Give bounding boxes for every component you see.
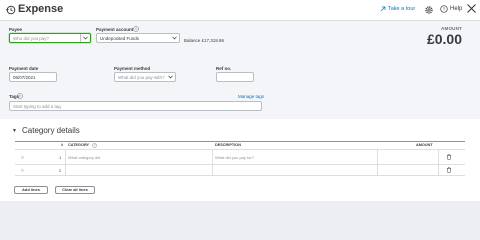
payment-account-label: Payment account [96, 27, 134, 32]
manage-tags-link[interactable]: Manage tags [238, 94, 264, 99]
column-header-description: DESCRIPTION [215, 143, 241, 147]
payment-account-dropdown-toggle[interactable] [169, 34, 179, 42]
clear-all-lines-button[interactable]: Clear all lines [55, 186, 95, 194]
payee-dropdown-toggle[interactable] [80, 34, 90, 42]
svg-text:?: ? [94, 144, 96, 148]
collapse-toggle-icon[interactable]: ▼ [12, 128, 17, 134]
gear-icon[interactable] [424, 5, 434, 15]
trash-icon[interactable] [446, 167, 452, 173]
column-divider [377, 150, 378, 164]
drag-handle-icon[interactable]: ⠿ [21, 168, 24, 173]
svg-text:?: ? [135, 27, 137, 31]
trash-icon[interactable] [446, 154, 452, 160]
help-button[interactable]: ? Help [440, 5, 462, 13]
payment-method-dropdown-toggle[interactable] [165, 73, 175, 81]
tags-input[interactable]: Start typing to add a tag [9, 101, 262, 111]
payment-method-label: Payment method [114, 66, 151, 71]
drag-handle-icon[interactable]: ⠿ [21, 155, 24, 160]
ref-no-label: Ref no. [216, 66, 232, 71]
column-divider [377, 165, 378, 175]
add-lines-button[interactable]: Add lines [14, 186, 48, 194]
payee-placeholder: Who did you pay? [13, 36, 50, 41]
column-header-category: CATEGORY [68, 143, 90, 147]
svg-text:?: ? [443, 7, 446, 12]
payment-method-select[interactable]: What did you pay with? [114, 72, 176, 82]
ref-no-input[interactable] [216, 72, 254, 82]
take-tour-label: Take a tour [388, 6, 416, 12]
column-divider [438, 150, 439, 164]
category-details-title: Category details [22, 126, 80, 135]
table-row[interactable]: ⠿ 1 What category did What did you pay f… [15, 150, 465, 165]
category-cell[interactable]: What category did [68, 150, 100, 161]
payment-account-value: Undeposited Funds [100, 36, 140, 41]
column-header-number: # [61, 143, 64, 147]
info-icon[interactable]: ? [133, 26, 139, 32]
close-icon[interactable] [466, 3, 477, 14]
info-icon[interactable]: ? [92, 143, 97, 148]
category-table: # CATEGORY ? DESCRIPTION AMOUNT ⠿ 1 What… [15, 141, 465, 176]
account-balance: Balance £17,319.86 [184, 38, 225, 43]
payment-method-placeholder: What did you pay with? [118, 75, 165, 80]
info-icon[interactable]: ? [17, 93, 23, 99]
tags-placeholder: Start typing to add a tag [13, 104, 61, 109]
row-number: 2 [59, 168, 62, 173]
payee-label: Payee [9, 27, 23, 32]
payment-date-input[interactable]: 06/07/2021 [9, 72, 57, 82]
payment-account-select[interactable]: Undeposited Funds [96, 33, 180, 43]
table-header-row: # CATEGORY ? DESCRIPTION AMOUNT [15, 142, 465, 150]
expense-form: Payee Who did you pay? Payment account ?… [0, 21, 480, 119]
column-divider [438, 165, 439, 175]
table-row[interactable]: ⠿ 2 [15, 165, 465, 176]
page-title: Expense [18, 3, 64, 15]
column-divider [212, 165, 213, 175]
column-divider [65, 150, 66, 164]
help-label: Help [450, 6, 463, 12]
chevron-down-icon [171, 36, 177, 40]
description-cell[interactable]: What did you pay for? [215, 150, 254, 161]
dialog-header: Expense Take a tour ? Help [0, 0, 480, 21]
column-divider [65, 165, 66, 175]
recent-transactions-icon[interactable] [6, 5, 16, 15]
column-divider [212, 150, 213, 164]
payment-date-value: 06/07/2021 [13, 75, 36, 80]
svg-text:?: ? [19, 94, 21, 98]
chevron-down-icon [167, 75, 173, 79]
tour-icon [380, 6, 386, 12]
chevron-down-icon [83, 36, 88, 40]
take-tour-link[interactable]: Take a tour [380, 6, 415, 12]
help-icon: ? [440, 5, 448, 13]
row-number: 1 [59, 155, 62, 160]
amount-value: £0.00 [426, 31, 462, 47]
payee-input[interactable]: Who did you pay? [9, 33, 91, 43]
column-header-amount: AMOUNT [416, 143, 433, 147]
payment-date-label: Payment date [9, 66, 39, 71]
